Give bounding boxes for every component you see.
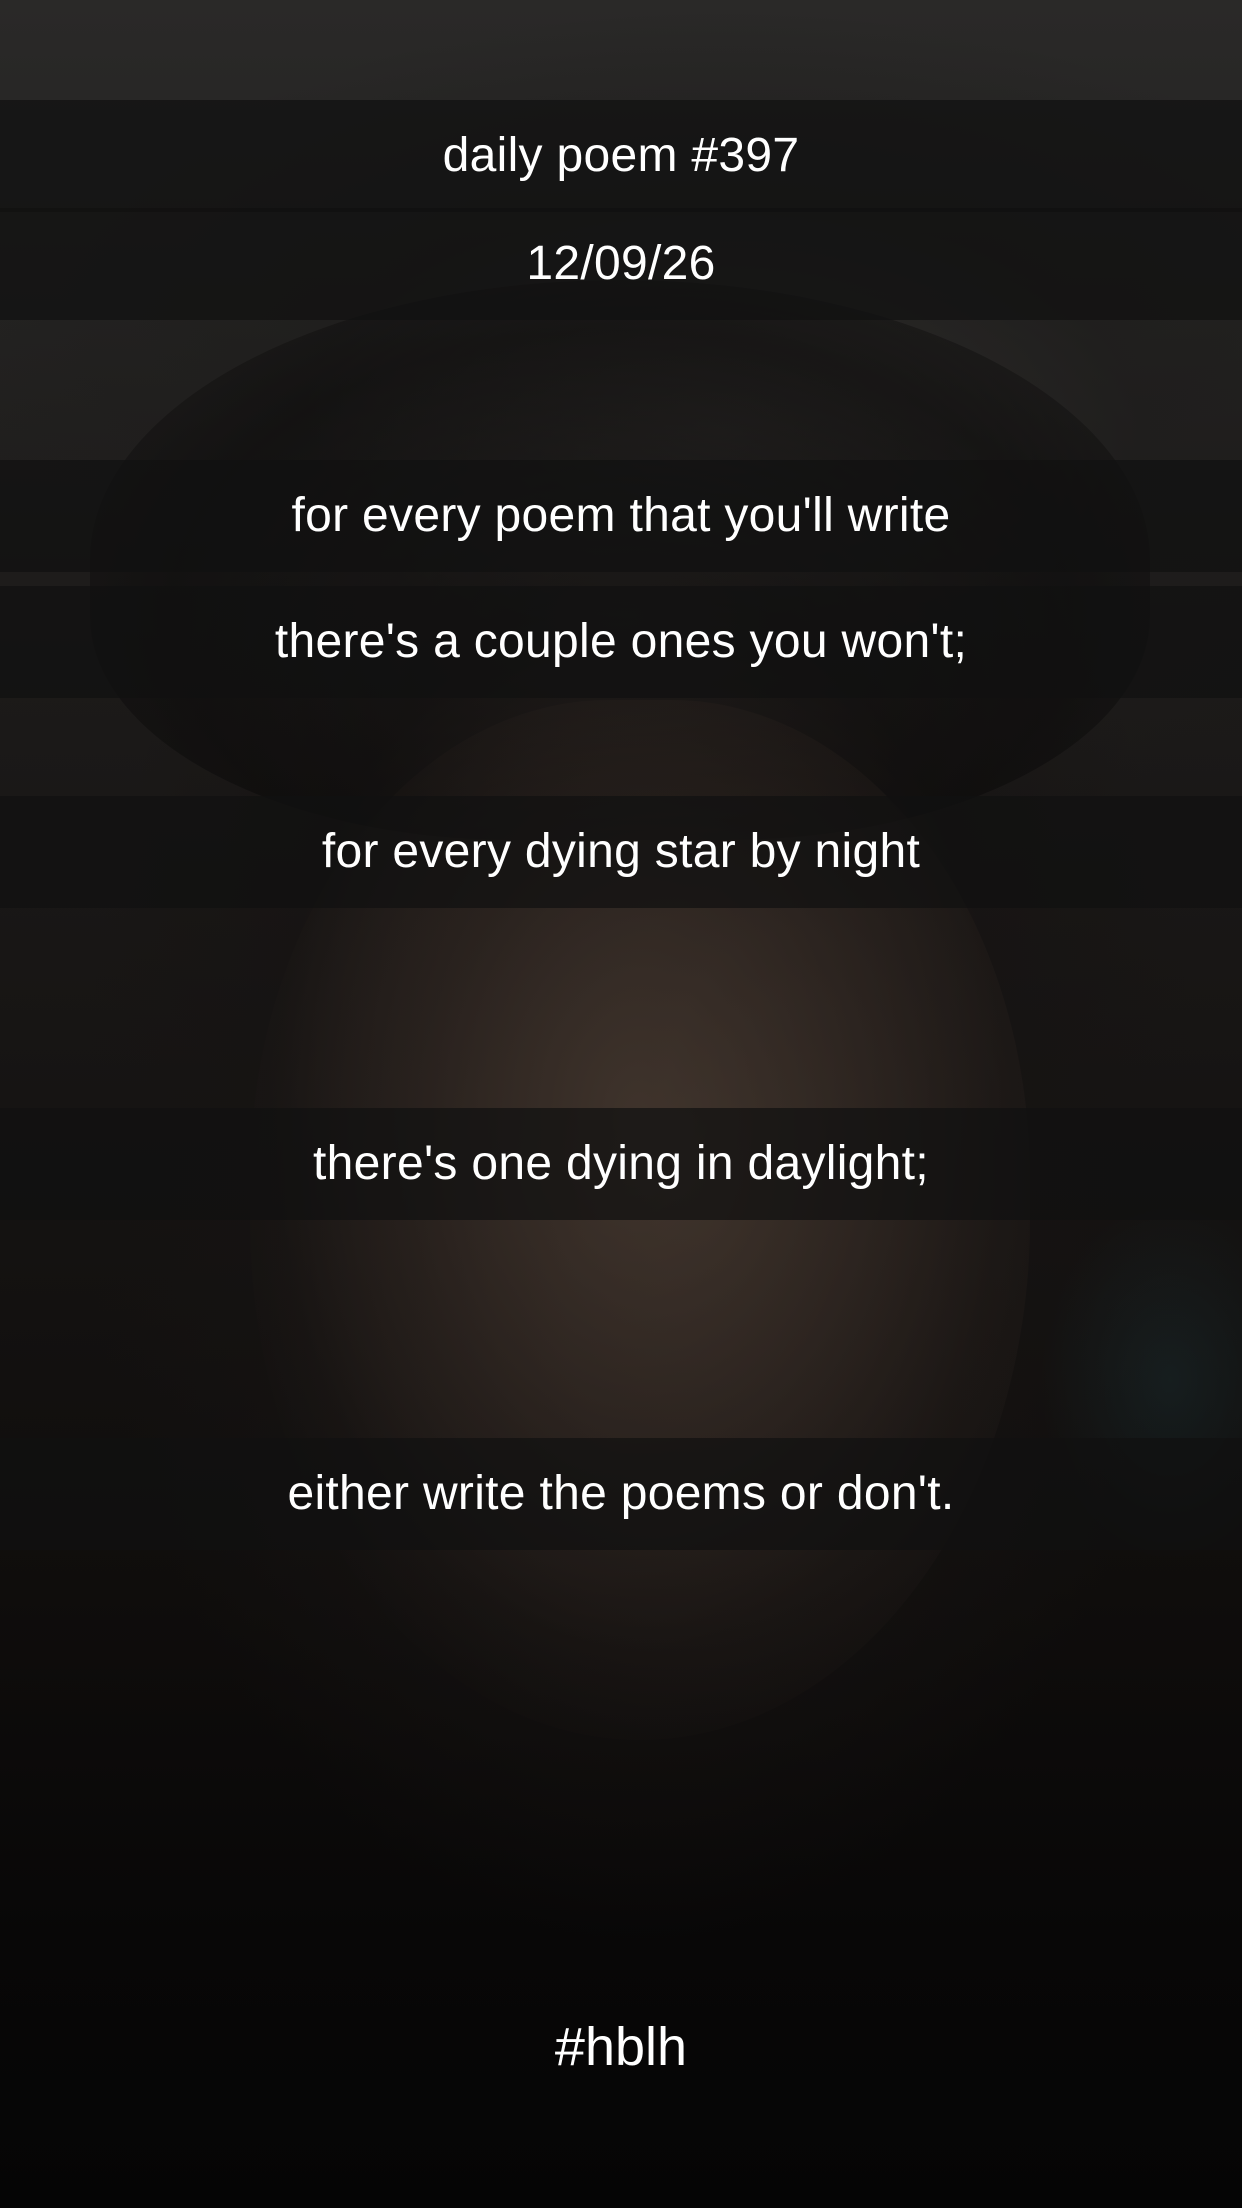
poem-story-screen: daily poem #397 12/09/26 for every poem … — [0, 0, 1242, 2208]
poem-line: there's a couple ones you won't; — [274, 615, 968, 668]
poem-line-band: there's a couple ones you won't; — [0, 586, 1242, 698]
poem-line: for every poem that you'll write — [291, 489, 951, 542]
hashtag: #hblh — [554, 2017, 688, 2077]
poem-line-band: there's one dying in daylight; — [0, 1108, 1242, 1220]
poem-line-band: for every dying star by night — [0, 796, 1242, 908]
poem-line: either write the poems or don't. — [287, 1467, 955, 1520]
poem-line: for every dying star by night — [321, 825, 921, 878]
poem-line-band: either write the poems or don't. — [0, 1438, 1242, 1550]
poem-date: 12/09/26 — [526, 237, 716, 290]
date-band: 12/09/26 — [0, 208, 1242, 320]
poem-line: there's one dying in daylight; — [313, 1137, 929, 1190]
title-band: daily poem #397 — [0, 100, 1242, 212]
poem-line-band: for every poem that you'll write — [0, 460, 1242, 572]
poem-title: daily poem #397 — [442, 129, 800, 182]
